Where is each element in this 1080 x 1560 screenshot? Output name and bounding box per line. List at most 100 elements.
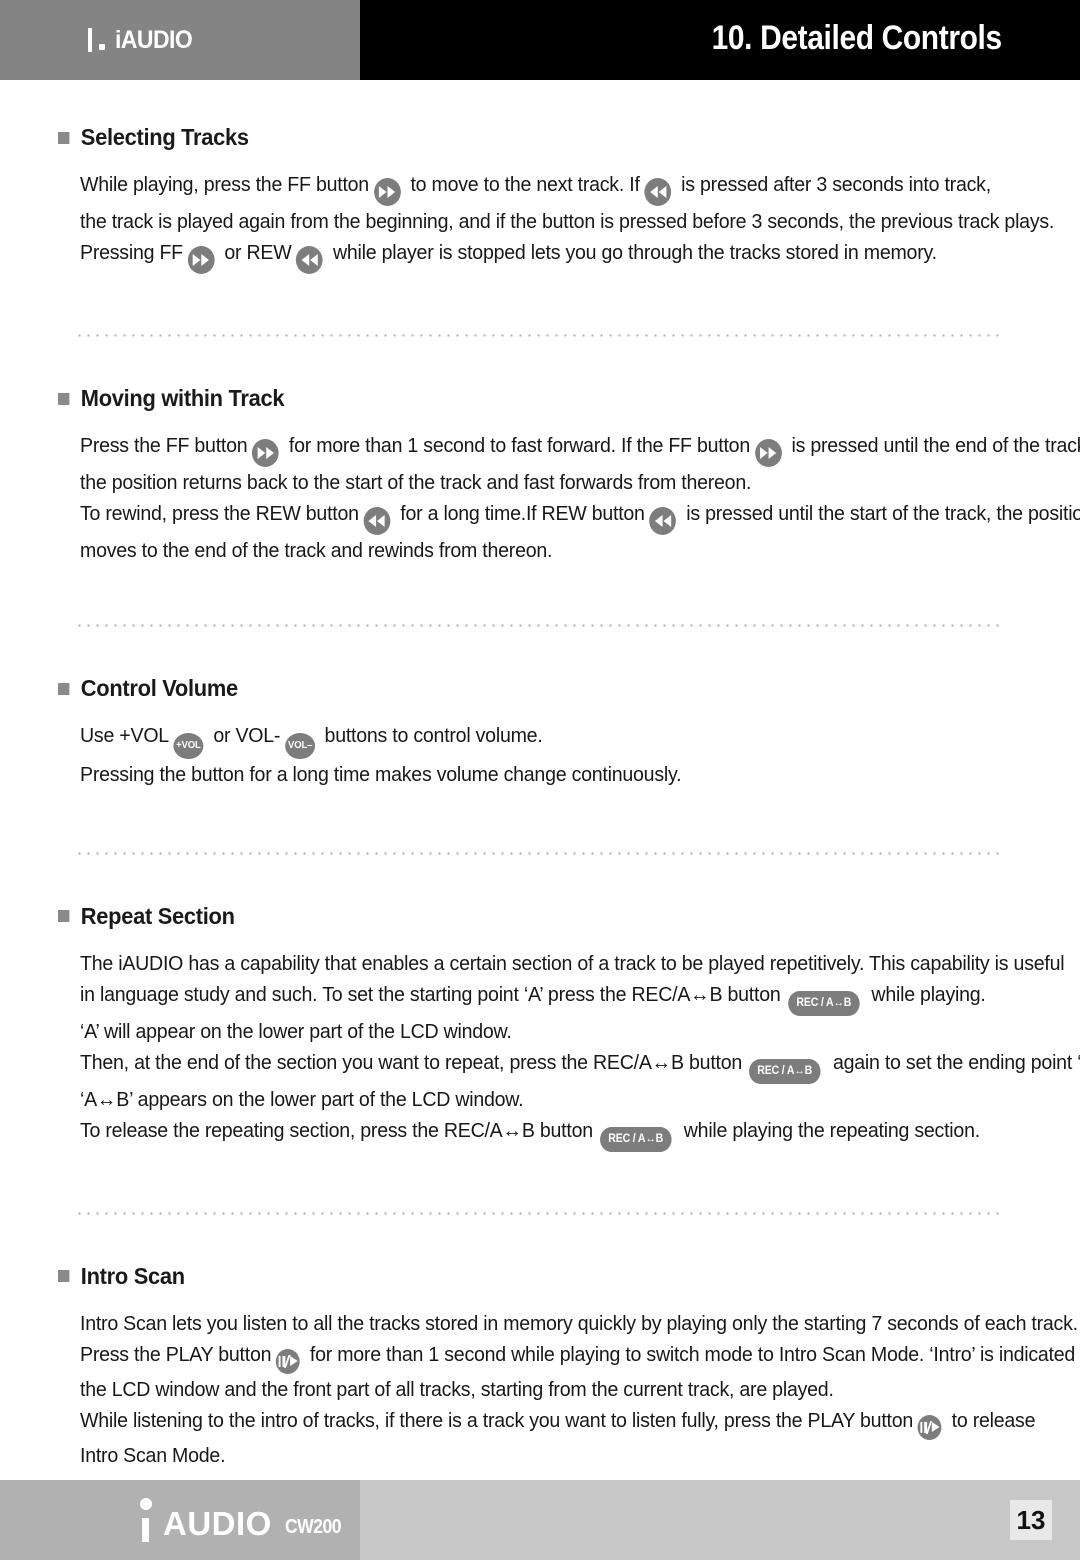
body-text: To release the repeating section, press … [80, 1118, 593, 1142]
section-heading-text: Selecting Tracks [80, 124, 249, 150]
body-text: Pressing FF [80, 241, 183, 264]
rew-button-icon[interactable] [649, 507, 677, 535]
header-logo-text: iAUDIO [115, 26, 193, 54]
body-line: The iAUDIO has a capability that enables… [80, 948, 1065, 979]
body-line: Use +VOL +VOL or VOL- VOL– buttons to cont… [80, 720, 978, 759]
body-text: To rewind, press the REW button [80, 502, 359, 525]
section-heading-text: Control Volume [80, 675, 238, 701]
body-line: Intro Scan lets you listen to all the tr… [80, 1308, 1078, 1339]
body-line: To release the repeating section, press … [80, 1115, 980, 1152]
body-line: ‘A↔B’ appears on the lower part of the L… [80, 1084, 978, 1115]
body-text: While listening to the intro of tracks, … [80, 1408, 914, 1432]
rew-button-icon[interactable] [644, 178, 672, 206]
volume-up-button-icon[interactable]: +VOL [173, 732, 204, 759]
rec-ab-button-icon[interactable]: REC / A↔B [787, 990, 860, 1016]
body-text: or REW [219, 241, 292, 264]
footer-model-text: CW200 [284, 1516, 342, 1538]
body-line: Then, at the end of the section you want… [80, 1047, 1080, 1084]
bullet-square-icon [58, 910, 70, 922]
body-text: for more than 1 second while playing to … [304, 1342, 1080, 1366]
body-line: Pressing the button for a long time make… [80, 759, 978, 790]
section-body-repeat-section: The iAUDIO has a capability that enables… [80, 948, 1080, 1152]
section-heading-selecting-tracks: Selecting Tracks [58, 124, 1029, 151]
footer-brand-logo: AUDIO CW200 [137, 1498, 349, 1542]
body-text: Pressing the button for a long time make… [80, 762, 682, 786]
footer-right-band [360, 1480, 1080, 1560]
body-line: the track is played again from the begin… [80, 206, 1054, 237]
bullet-square-icon [58, 1270, 70, 1282]
body-line: While playing, press the FF button to mo… [80, 169, 991, 206]
chapter-title: 10. Detailed Controls [711, 19, 1003, 57]
body-text: the LCD window and the front part of all… [80, 1377, 834, 1401]
bullet-square-icon [58, 392, 70, 405]
logo-dot-icon [99, 44, 105, 50]
body-text: Use +VOL [80, 724, 169, 747]
body-text: while player is stopped lets you go thro… [327, 241, 937, 264]
section-heading-text: Moving within Track [80, 385, 285, 411]
body-text: ‘A↔B’ appears on the lower part of the L… [80, 1087, 524, 1111]
body-text: or VOL- [208, 724, 281, 747]
rew-button-icon[interactable] [296, 246, 324, 274]
section-heading-intro-scan: Intro Scan [58, 1263, 1029, 1290]
body-text: Then, at the end of the section you want… [80, 1050, 743, 1074]
header-brand-logo: iAUDIO [88, 26, 199, 54]
page-number-badge: 13 [1010, 1500, 1052, 1540]
body-text: the track is played again from the begin… [80, 210, 1055, 233]
body-text: for more than 1 second to fast forward. … [283, 434, 750, 457]
body-text: to move to the next track. If [405, 173, 640, 196]
body-text: the position returns back to the start o… [80, 471, 752, 494]
section-heading-repeat-section: Repeat Section [58, 903, 1029, 930]
ff-button-icon[interactable] [754, 439, 782, 467]
rew-button-icon[interactable] [363, 507, 391, 535]
body-line: To rewind, press the REW button for a lo… [80, 498, 1080, 535]
section-heading-text: Intro Scan [80, 1262, 185, 1289]
section-selecting-tracks: Selecting Tracks While playing, press the… [0, 80, 1080, 274]
body-line: Press the PLAY button for more than 1 se… [80, 1339, 1080, 1374]
body-text: moves to the end of the track and rewind… [80, 539, 553, 562]
body-text: is pressed until the end of the track, [786, 434, 1080, 457]
play-pause-button-icon[interactable] [917, 1414, 942, 1440]
body-text: buttons to control volume. [319, 724, 543, 747]
section-control-volume: Control Volume Use +VOL +VOL or VOL- VOL– b… [0, 627, 1080, 790]
body-text: for a long time.If REW button [395, 502, 645, 525]
volume-down-button-icon[interactable]: VOL– [284, 732, 315, 759]
body-text: while playing. [866, 982, 986, 1006]
body-line: ‘A’ will appear on the lower part of the… [80, 1016, 978, 1047]
body-text: ‘A’ will appear on the lower part of the… [80, 1019, 512, 1043]
ff-button-icon[interactable] [187, 246, 215, 274]
section-body-moving-within-track: Press the FF button for more than 1 seco… [80, 430, 1080, 566]
bullet-square-icon [58, 131, 70, 144]
body-text: again to set the ending point ‘B’. [827, 1050, 1080, 1074]
ff-button-icon[interactable] [252, 439, 279, 467]
section-heading-control-volume: Control Volume [58, 675, 1029, 702]
body-text: The iAUDIO has a capability that enables… [80, 951, 1065, 975]
body-text: is pressed until the start of the track,… [681, 502, 1080, 525]
bullet-square-icon [58, 682, 70, 695]
play-pause-button-icon[interactable] [276, 1348, 300, 1374]
section-heading-text: Repeat Section [80, 902, 235, 929]
body-line: moves to the end of the track and rewind… [80, 535, 978, 566]
body-text: is pressed after 3 seconds into track, [675, 173, 991, 196]
body-text: to release [946, 1408, 1036, 1432]
logo-bar-icon [88, 28, 92, 52]
section-intro-scan: Intro Scan Intro Scan lets you listen to … [0, 1215, 1080, 1471]
body-line: Press the FF button for more than 1 seco… [80, 430, 1080, 467]
body-text: while playing the repeating section. [678, 1118, 980, 1142]
rec-ab-button-icon[interactable]: REC / A↔B [749, 1058, 821, 1084]
body-line: Pressing FF or REW while player is stopp… [80, 237, 978, 274]
page-footer: AUDIO CW200 13 [0, 1480, 1080, 1560]
ff-button-icon[interactable] [373, 178, 401, 206]
rec-ab-button-icon[interactable]: REC / A↔B [600, 1126, 672, 1152]
body-line: Intro Scan Mode. [80, 1440, 978, 1471]
section-moving-within-track: Moving within Track Press the FF button f… [0, 337, 1080, 566]
body-line: in language study and such. To set the s… [80, 979, 986, 1016]
body-text: Press the FF button [80, 434, 248, 457]
section-body-intro-scan: Intro Scan lets you listen to all the tr… [80, 1308, 1080, 1471]
body-text: Intro Scan Mode. [80, 1443, 226, 1467]
body-text: Press the PLAY button [80, 1342, 272, 1366]
body-text: Intro Scan lets you listen to all the tr… [80, 1311, 1078, 1335]
